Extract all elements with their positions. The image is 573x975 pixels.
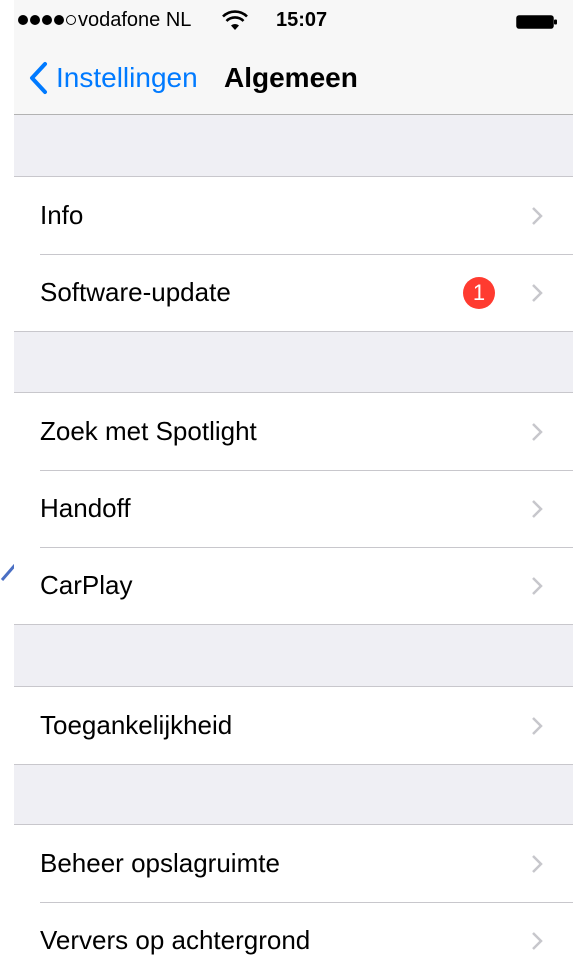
- signal-dot-empty: [66, 15, 76, 25]
- signal-dot: [18, 15, 28, 25]
- row-label: CarPlay: [40, 570, 133, 600]
- row-handoff[interactable]: Handoff: [14, 470, 573, 547]
- page-title: Algemeen: [224, 62, 358, 93]
- row-software-update[interactable]: Software-update 1: [14, 254, 573, 331]
- signal-dot: [54, 15, 64, 25]
- row-label: Software-update: [40, 277, 231, 307]
- signal-dot: [30, 15, 40, 25]
- chevron-right-icon: [532, 932, 543, 950]
- chevron-right-icon: [532, 207, 543, 225]
- navigation-bar: Instellingen Algemeen: [14, 42, 573, 114]
- wifi-icon: [222, 10, 248, 30]
- back-button-label: Instellingen: [56, 62, 198, 93]
- notification-badge: 1: [463, 277, 495, 309]
- battery-icon: [516, 15, 557, 29]
- settings-group: Beheer opslagruimte Ververs op achtergro…: [14, 824, 573, 975]
- row-label: Zoek met Spotlight: [40, 416, 257, 446]
- back-button[interactable]: Instellingen: [28, 60, 198, 96]
- row-label: Ververs op achtergrond: [40, 925, 311, 955]
- row-info[interactable]: Info: [14, 177, 573, 254]
- chevron-right-icon: [532, 717, 543, 735]
- chevron-right-icon: [532, 855, 543, 873]
- row-label: Info: [40, 200, 84, 230]
- row-zoek-met-spotlight[interactable]: Zoek met Spotlight: [14, 393, 573, 470]
- settings-screen: vodafone NL 15:07 Instellingen Algemeen: [14, 0, 573, 975]
- signal-dot: [42, 15, 52, 25]
- clock: 15:07: [276, 9, 328, 31]
- status-bar: vodafone NL 15:07: [14, 0, 573, 42]
- row-carplay[interactable]: CarPlay: [14, 547, 573, 624]
- chevron-right-icon: [532, 284, 543, 302]
- row-toegankelijkheid[interactable]: Toegankelijkheid: [14, 687, 573, 764]
- row-label: Beheer opslagruimte: [40, 848, 280, 878]
- settings-group: Zoek met Spotlight Handoff CarPlay: [14, 392, 573, 625]
- chevron-left-icon: [30, 62, 47, 94]
- chevron-right-icon: [532, 423, 543, 441]
- top-bar: vodafone NL 15:07 Instellingen Algemeen: [14, 0, 573, 115]
- row-ververs-op-achtergrond[interactable]: Ververs op achtergrond: [14, 902, 573, 975]
- signal-strength-icon: [18, 15, 76, 25]
- row-beheer-opslagruimte[interactable]: Beheer opslagruimte: [14, 825, 573, 902]
- settings-group: Toegankelijkheid: [14, 686, 573, 765]
- row-label: Handoff: [40, 493, 131, 523]
- row-label: Toegankelijkheid: [40, 710, 233, 740]
- chevron-right-icon: [532, 577, 543, 595]
- chevron-right-icon: [532, 500, 543, 518]
- settings-group: Info Software-update 1: [14, 176, 573, 332]
- carrier-name: vodafone NL: [78, 9, 192, 31]
